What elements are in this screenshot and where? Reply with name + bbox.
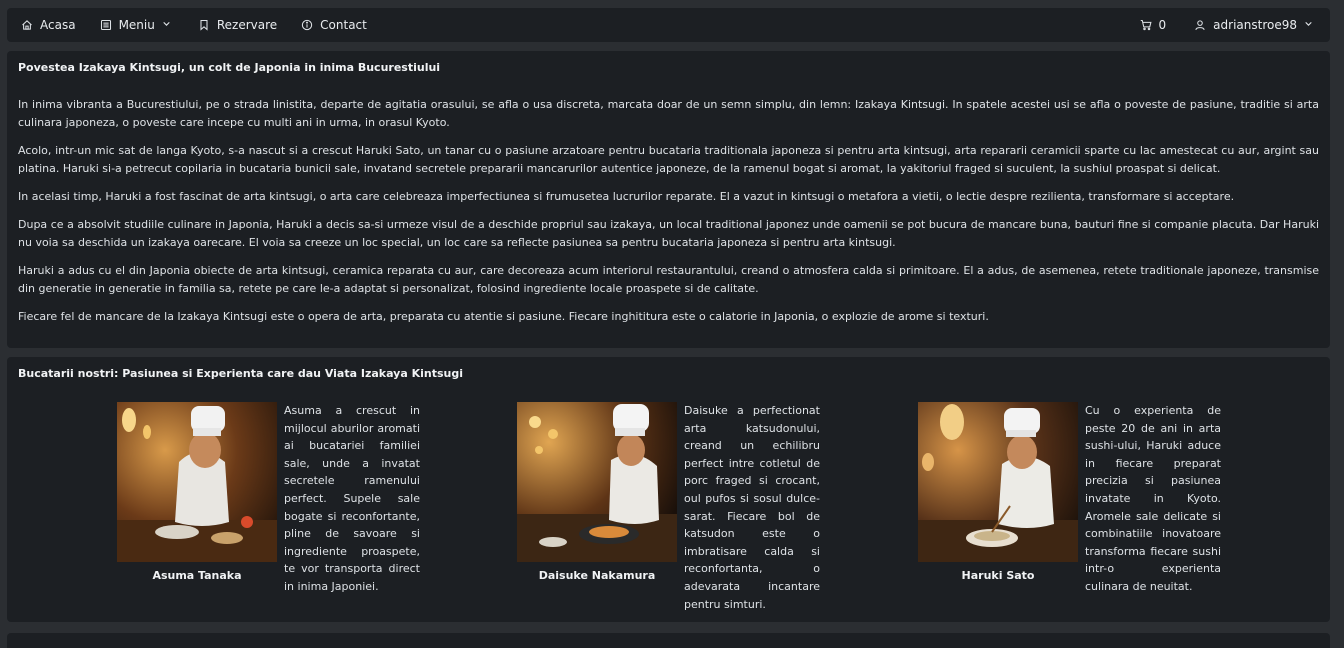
nav-menu-dropdown[interactable]: Meniu — [100, 18, 174, 32]
info-icon — [301, 19, 313, 31]
chef-photo — [918, 402, 1078, 562]
story-card: Povestea Izakaya Kintsugi, un colt de Ja… — [7, 51, 1330, 348]
nav-reservations-link[interactable]: Rezervare — [198, 18, 277, 32]
nav-contact-label: Contact — [320, 18, 367, 32]
cart-button[interactable]: 0 — [1140, 18, 1167, 32]
chef-photo — [517, 402, 677, 562]
chef-description: Asuma a crescut in mijlocul aburilor aro… — [284, 404, 420, 593]
chef-name: Asuma Tanaka — [152, 569, 242, 582]
chef-description: Cu o experienta de peste 20 de ani in ar… — [1085, 404, 1221, 593]
chef-card-asuma: Asuma Tanaka Asuma a crescut in mijlocul… — [117, 402, 420, 596]
bookmark-icon — [198, 19, 210, 31]
story-paragraph: Dupa ce a absolvit studiile culinare in … — [18, 218, 1319, 249]
chef-photo — [117, 402, 277, 562]
story-paragraph: In inima vibranta a Bucurestiului, pe o … — [18, 98, 1319, 129]
chef-card-daisuke: Daisuke Nakamura Daisuke a perfectionat … — [517, 402, 820, 613]
nav-right-group: 0 adrianstroe98 — [1140, 18, 1316, 32]
chef-card-haruki: Haruki Sato Cu o experienta de peste 20 … — [918, 402, 1221, 596]
story-paragraph: Haruki a adus cu el din Japonia obiecte … — [18, 264, 1319, 295]
chef-name: Haruki Sato — [961, 569, 1035, 582]
story-paragraph: Acolo, intr-un mic sat de langa Kyoto, s… — [18, 144, 1319, 175]
nav-home-link[interactable]: Acasa — [21, 18, 76, 32]
next-section-card — [7, 633, 1330, 648]
nav-reservations-label: Rezervare — [216, 18, 278, 32]
nav-contact-link[interactable]: Contact — [301, 18, 367, 32]
story-title: Povestea Izakaya Kintsugi, un colt de Ja… — [18, 61, 441, 74]
chevron-down-icon — [162, 19, 174, 31]
story-paragraph: In acelasi timp, Haruki a fost fascinat … — [18, 190, 1235, 203]
chef-profile: Haruki Sato — [918, 402, 1078, 596]
cart-count: 0 — [1158, 18, 1167, 32]
page-scrollbar[interactable] — [1336, 0, 1344, 648]
chefs-card: Bucatarii nostri: Pasiunea si Experienta… — [7, 357, 1330, 622]
chef-description: Daisuke a perfectionat arta katsudonului… — [684, 404, 820, 611]
chef-name: Daisuke Nakamura — [538, 569, 656, 582]
nav-home-label: Acasa — [40, 18, 76, 32]
user-account-dropdown[interactable]: adrianstroe98 — [1194, 18, 1316, 32]
chevron-down-icon — [1304, 19, 1316, 31]
cart-icon — [1140, 19, 1152, 31]
top-navbar: Acasa Meniu Rezervare Contact 0 adrianst… — [7, 8, 1330, 42]
home-icon — [21, 19, 33, 31]
nav-menu-label: Meniu — [118, 18, 155, 32]
user-icon — [1194, 19, 1206, 31]
chef-profile: Asuma Tanaka — [117, 402, 277, 596]
menu-list-icon — [100, 19, 112, 31]
chefs-title: Bucatarii nostri: Pasiunea si Experienta… — [18, 367, 464, 380]
username: adrianstroe98 — [1213, 18, 1297, 32]
chef-profile: Daisuke Nakamura — [517, 402, 677, 613]
story-paragraph: Fiecare fel de mancare de la Izakaya Kin… — [18, 310, 989, 323]
